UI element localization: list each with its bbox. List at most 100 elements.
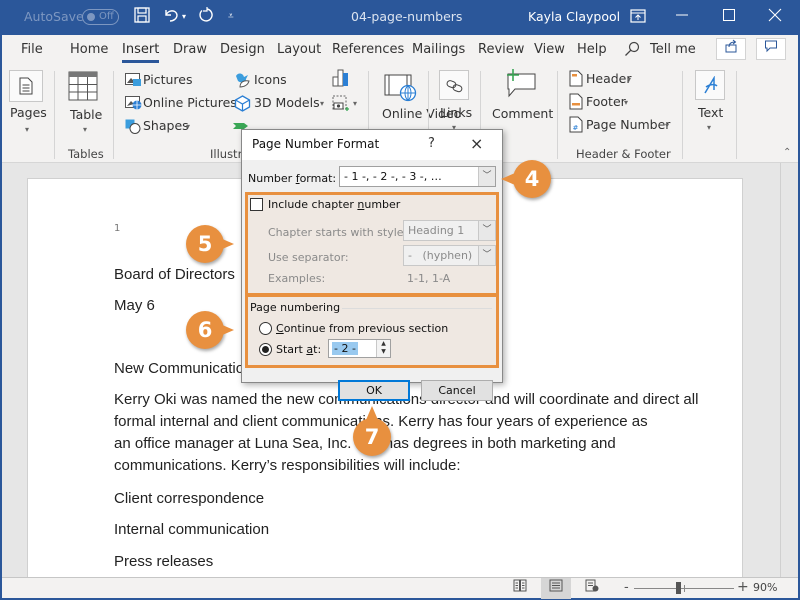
comment-label[interactable]: Comment — [492, 106, 553, 121]
start-at-label[interactable]: Start at: — [276, 343, 321, 356]
tab-design[interactable]: Design — [220, 42, 265, 57]
continue-radio[interactable] — [259, 322, 272, 335]
user-name[interactable]: Kayla Claypool — [528, 9, 620, 24]
shapes-icon[interactable] — [125, 119, 142, 137]
customize-toolbar-icon[interactable]: ⩡ — [228, 6, 234, 28]
footer-dropdown-icon[interactable]: ▾ — [624, 98, 628, 107]
new-comment-icon[interactable] — [504, 69, 538, 102]
include-chapter-checkbox[interactable] — [250, 198, 263, 211]
minimize-icon[interactable] — [675, 6, 689, 28]
vertical-scrollbar[interactable] — [780, 163, 798, 577]
page-number-icon[interactable]: # — [569, 116, 583, 136]
pages-button[interactable] — [9, 70, 43, 102]
chapter-style-select[interactable]: Heading 1 ﹀ — [403, 220, 496, 241]
help-button[interactable]: ? — [428, 136, 435, 151]
table-label[interactable]: Table — [70, 107, 102, 122]
tab-layout[interactable]: Layout — [277, 42, 321, 57]
tab-mailings[interactable]: Mailings — [412, 42, 465, 57]
icons-label[interactable]: Icons — [254, 72, 287, 87]
pages-dropdown-icon[interactable]: ▾ — [25, 125, 29, 134]
pictures-icon[interactable] — [125, 73, 142, 90]
number-format-select[interactable]: - 1 -, - 2 -, - 3 -, … ﹀ — [339, 166, 496, 187]
header-label[interactable]: Header — [586, 71, 632, 86]
label-part: Start — [276, 343, 307, 356]
tab-draw[interactable]: Draw — [173, 42, 207, 57]
zoom-thumb[interactable] — [675, 582, 681, 594]
autosave-toggle[interactable]: Off — [82, 9, 119, 25]
links-label[interactable]: Links — [440, 105, 472, 120]
dialog-title-bar[interactable]: Page Number Format ? × — [242, 130, 502, 160]
maximize-icon[interactable] — [722, 6, 736, 28]
share-button[interactable] — [716, 38, 746, 60]
callout-5: 5 — [186, 225, 234, 263]
spin-buttons[interactable]: ▲ ▼ — [376, 340, 390, 357]
web-layout-icon[interactable] — [577, 578, 607, 599]
callout-number: 5 — [197, 232, 213, 256]
shapes-label[interactable]: Shapes — [143, 118, 189, 133]
save-icon[interactable] — [133, 6, 151, 30]
start-at-radio[interactable] — [259, 343, 272, 356]
collapse-ribbon-icon[interactable]: ⌃ — [783, 147, 791, 158]
online-video-icon[interactable] — [384, 73, 418, 106]
header-icon[interactable] — [569, 70, 583, 90]
tab-help[interactable]: Help — [577, 42, 607, 57]
zoom-in-button[interactable]: + — [737, 579, 749, 595]
zoom-percent[interactable]: 90% — [753, 581, 777, 594]
tab-references[interactable]: References — [332, 42, 404, 57]
links-icon[interactable] — [439, 70, 469, 100]
page-number-dropdown-icon[interactable]: ▾ — [665, 121, 669, 130]
3d-models-label[interactable]: 3D Models — [254, 95, 320, 110]
dialog-close-button[interactable]: × — [470, 134, 483, 153]
tab-insert[interactable]: Insert — [122, 42, 160, 63]
ribbon-display-options-icon[interactable] — [630, 7, 646, 29]
table-icon[interactable] — [68, 71, 98, 104]
screenshot-icon[interactable] — [332, 95, 350, 116]
table-dropdown-icon[interactable]: ▾ — [83, 125, 87, 134]
footer-label[interactable]: Footer — [586, 94, 626, 109]
undo-dropdown-icon[interactable]: ▾ — [182, 6, 186, 28]
ok-button[interactable]: OK — [338, 380, 410, 401]
screenshot-dropdown-icon[interactable]: ▾ — [353, 99, 357, 108]
include-chapter-label[interactable]: Include chapter number — [268, 198, 400, 211]
spin-down-icon[interactable]: ▼ — [381, 348, 386, 355]
close-window-icon[interactable] — [768, 6, 782, 28]
tab-review[interactable]: Review — [478, 42, 524, 57]
chevron-down-icon[interactable]: ﹀ — [478, 246, 495, 265]
online-pictures-icon[interactable] — [125, 96, 142, 113]
footer-icon[interactable] — [569, 93, 583, 113]
header-dropdown-icon[interactable]: ▾ — [627, 75, 631, 84]
access-key: C — [276, 322, 284, 335]
chart-icon[interactable] — [332, 69, 350, 90]
separator-select[interactable]: - (hyphen) ﹀ — [403, 245, 496, 266]
page-number-label[interactable]: Page Number — [586, 117, 670, 132]
text-icon[interactable] — [695, 70, 725, 100]
3d-models-icon[interactable] — [234, 95, 251, 115]
3d-models-dropdown-icon[interactable]: ▾ — [320, 99, 324, 108]
read-mode-icon[interactable] — [505, 578, 535, 599]
online-pictures-label[interactable]: Online Pictures — [143, 95, 237, 110]
chevron-down-icon[interactable]: ﹀ — [478, 167, 495, 186]
text-label[interactable]: Text — [698, 105, 723, 120]
pages-label[interactable]: Pages — [10, 105, 47, 120]
spin-up-icon[interactable]: ▲ — [381, 340, 386, 347]
print-layout-icon[interactable] — [541, 578, 571, 599]
redo-icon[interactable] — [196, 6, 216, 30]
tell-me-input[interactable]: Tell me — [650, 42, 696, 57]
tab-home[interactable]: Home — [70, 42, 108, 57]
icons-icon[interactable] — [234, 72, 251, 91]
continue-label[interactable]: Continue from previous section — [276, 322, 448, 335]
shapes-dropdown-icon[interactable]: ▾ — [186, 122, 190, 131]
text-dropdown-icon[interactable]: ▾ — [707, 123, 711, 132]
chevron-down-icon[interactable]: ﹀ — [478, 221, 495, 240]
doc-line: Board of Directors — [114, 266, 235, 283]
search-icon[interactable] — [624, 41, 640, 61]
comments-button[interactable] — [756, 38, 786, 60]
start-at-input[interactable]: - 2 - ▲ ▼ — [328, 339, 391, 358]
pictures-label[interactable]: Pictures — [143, 72, 193, 87]
tab-view[interactable]: View — [534, 42, 565, 57]
cancel-button[interactable]: Cancel — [421, 380, 493, 401]
tab-file[interactable]: File — [21, 42, 43, 57]
zoom-out-button[interactable]: - — [624, 580, 629, 595]
undo-icon[interactable] — [162, 6, 182, 30]
zoom-slider[interactable] — [634, 578, 734, 599]
